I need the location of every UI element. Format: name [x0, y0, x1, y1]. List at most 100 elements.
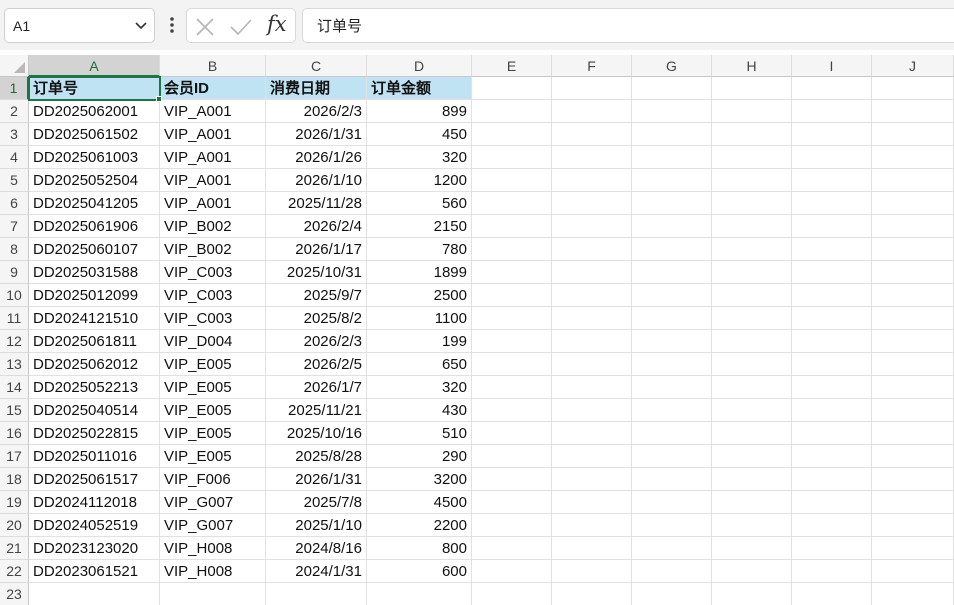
cell-f13[interactable] [552, 353, 632, 376]
cell-d11[interactable]: 1100 [367, 307, 472, 330]
cell-a16[interactable]: DD2025022815 [29, 422, 160, 445]
cell-a9[interactable]: DD2025031588 [29, 261, 160, 284]
row-header-12[interactable]: 12 [0, 330, 29, 353]
cell-g12[interactable] [632, 330, 712, 353]
cell-c19[interactable]: 2025/7/8 [266, 491, 367, 514]
cell-d15[interactable]: 430 [367, 399, 472, 422]
cell-h4[interactable] [712, 146, 792, 169]
cell-b19[interactable]: VIP_G007 [160, 491, 266, 514]
cell-e22[interactable] [472, 560, 552, 583]
cell-j9[interactable] [872, 261, 954, 284]
row-header-18[interactable]: 18 [0, 468, 29, 491]
column-header-a[interactable]: A [29, 55, 160, 77]
row-header-16[interactable]: 16 [0, 422, 29, 445]
cell-g11[interactable] [632, 307, 712, 330]
cell-d21[interactable]: 800 [367, 537, 472, 560]
cell-j22[interactable] [872, 560, 954, 583]
row-header-14[interactable]: 14 [0, 376, 29, 399]
cell-c7[interactable]: 2026/2/4 [266, 215, 367, 238]
cell-j15[interactable] [872, 399, 954, 422]
cell-f22[interactable] [552, 560, 632, 583]
cell-e23[interactable] [472, 583, 552, 605]
row-header-1[interactable]: 1 [0, 77, 29, 100]
cell-a20[interactable]: DD2024052519 [29, 514, 160, 537]
cell-h12[interactable] [712, 330, 792, 353]
cell-h1[interactable] [712, 77, 792, 100]
cell-h11[interactable] [712, 307, 792, 330]
cell-f4[interactable] [552, 146, 632, 169]
cell-e10[interactable] [472, 284, 552, 307]
cell-i9[interactable] [792, 261, 872, 284]
cell-b12[interactable]: VIP_D004 [160, 330, 266, 353]
cell-a19[interactable]: DD2024112018 [29, 491, 160, 514]
row-header-3[interactable]: 3 [0, 123, 29, 146]
cell-g14[interactable] [632, 376, 712, 399]
cell-d23[interactable] [367, 583, 472, 605]
cell-g9[interactable] [632, 261, 712, 284]
cell-b2[interactable]: VIP_A001 [160, 100, 266, 123]
cell-h7[interactable] [712, 215, 792, 238]
cancel-icon[interactable] [195, 17, 215, 37]
column-header-h[interactable]: H [712, 55, 792, 77]
cell-f8[interactable] [552, 238, 632, 261]
checkmark-icon[interactable] [229, 17, 253, 37]
select-all-corner[interactable] [0, 55, 29, 77]
cell-j17[interactable] [872, 445, 954, 468]
cell-a3[interactable]: DD2025061502 [29, 123, 160, 146]
cell-b18[interactable]: VIP_F006 [160, 468, 266, 491]
cell-f20[interactable] [552, 514, 632, 537]
cell-d4[interactable]: 320 [367, 146, 472, 169]
cell-d17[interactable]: 290 [367, 445, 472, 468]
cell-h5[interactable] [712, 169, 792, 192]
cell-f18[interactable] [552, 468, 632, 491]
cell-d5[interactable]: 1200 [367, 169, 472, 192]
cell-e7[interactable] [472, 215, 552, 238]
cell-c16[interactable]: 2025/10/16 [266, 422, 367, 445]
cell-f2[interactable] [552, 100, 632, 123]
chevron-down-icon[interactable] [133, 17, 149, 33]
cell-c11[interactable]: 2025/8/2 [266, 307, 367, 330]
cell-b20[interactable]: VIP_G007 [160, 514, 266, 537]
cell-a2[interactable]: DD2025062001 [29, 100, 160, 123]
cell-i11[interactable] [792, 307, 872, 330]
cell-e11[interactable] [472, 307, 552, 330]
row-header-19[interactable]: 19 [0, 491, 29, 514]
cell-i5[interactable] [792, 169, 872, 192]
cell-g22[interactable] [632, 560, 712, 583]
cell-i8[interactable] [792, 238, 872, 261]
cell-a5[interactable]: DD2025052504 [29, 169, 160, 192]
cell-b16[interactable]: VIP_E005 [160, 422, 266, 445]
cell-g13[interactable] [632, 353, 712, 376]
cell-a14[interactable]: DD2025052213 [29, 376, 160, 399]
row-header-2[interactable]: 2 [0, 100, 29, 123]
cell-g10[interactable] [632, 284, 712, 307]
cell-a4[interactable]: DD2025061003 [29, 146, 160, 169]
cell-i12[interactable] [792, 330, 872, 353]
row-header-23[interactable]: 23 [0, 583, 29, 605]
cell-e20[interactable] [472, 514, 552, 537]
cell-c2[interactable]: 2026/2/3 [266, 100, 367, 123]
cell-j6[interactable] [872, 192, 954, 215]
cell-h16[interactable] [712, 422, 792, 445]
cell-i19[interactable] [792, 491, 872, 514]
row-header-4[interactable]: 4 [0, 146, 29, 169]
cell-f7[interactable] [552, 215, 632, 238]
cell-d1[interactable]: 订单金额 [367, 77, 472, 100]
cell-h20[interactable] [712, 514, 792, 537]
cell-j3[interactable] [872, 123, 954, 146]
cell-a22[interactable]: DD2023061521 [29, 560, 160, 583]
cell-i14[interactable] [792, 376, 872, 399]
cell-b3[interactable]: VIP_A001 [160, 123, 266, 146]
cell-g23[interactable] [632, 583, 712, 605]
cell-b5[interactable]: VIP_A001 [160, 169, 266, 192]
cell-b17[interactable]: VIP_E005 [160, 445, 266, 468]
cell-f19[interactable] [552, 491, 632, 514]
cell-a17[interactable]: DD2025011016 [29, 445, 160, 468]
cell-d18[interactable]: 3200 [367, 468, 472, 491]
cell-c14[interactable]: 2026/1/7 [266, 376, 367, 399]
cell-a10[interactable]: DD2025012099 [29, 284, 160, 307]
cell-e21[interactable] [472, 537, 552, 560]
cell-a15[interactable]: DD2025040514 [29, 399, 160, 422]
cell-i7[interactable] [792, 215, 872, 238]
column-header-i[interactable]: I [792, 55, 872, 77]
